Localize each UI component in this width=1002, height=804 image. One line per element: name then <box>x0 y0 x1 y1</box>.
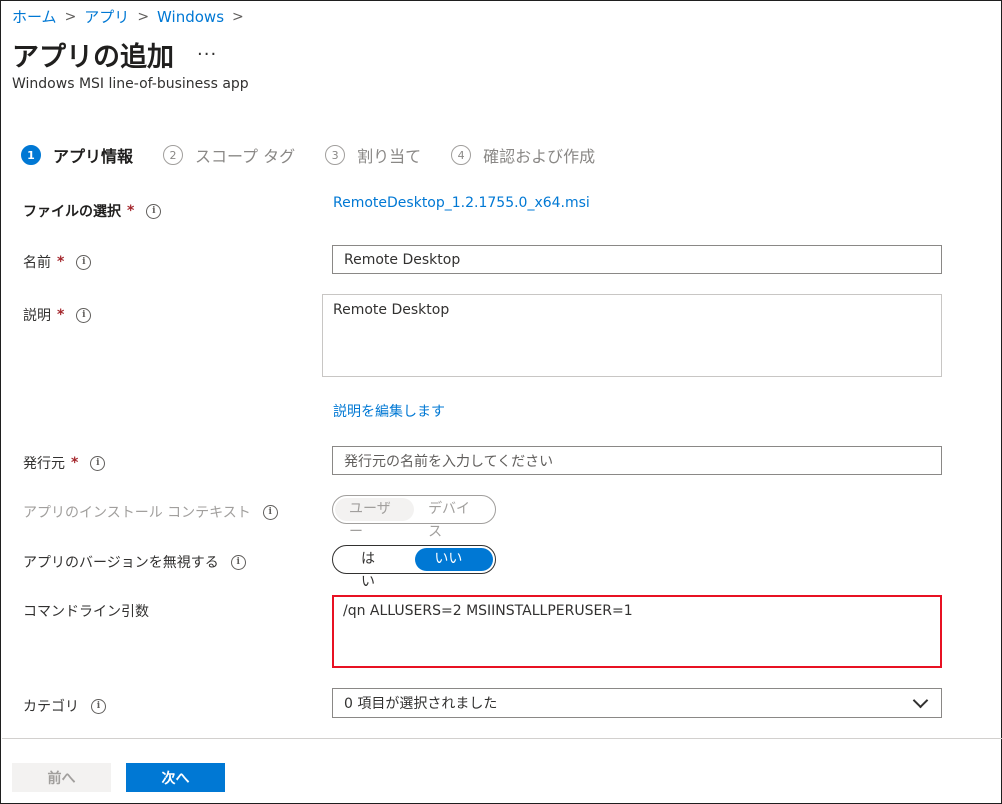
publisher-input[interactable]: 発行元の名前を入力してください <box>332 446 942 475</box>
chevron-right-icon: > <box>232 8 244 25</box>
wizard-steps: 1 アプリ情報 2 スコープ タグ 3 割り当て 4 確認および作成 <box>21 143 625 167</box>
breadcrumb: ホーム > アプリ > Windows > <box>12 6 252 27</box>
step-label: 割り当て <box>357 147 422 166</box>
file-select-label: ファイルの選択 * i <box>23 201 162 221</box>
description-textarea[interactable]: Remote Desktop <box>322 294 942 377</box>
previous-button[interactable]: 前へ <box>12 763 111 792</box>
name-label: 名前 * i <box>23 252 92 272</box>
step-number: 1 <box>21 145 41 165</box>
required-marker: * <box>57 254 65 270</box>
app-window: ホーム > アプリ > Windows > アプリの追加 ... Windows… <box>0 0 1002 804</box>
info-icon[interactable]: i <box>146 203 162 219</box>
selected-file-link[interactable]: RemoteDesktop_1.2.1755.0_x64.msi <box>333 195 590 211</box>
publisher-label: 発行元 * i <box>23 453 106 473</box>
step-review-create[interactable]: 4 確認および作成 <box>451 143 595 167</box>
install-context-toggle: ユーザー デバイス <box>332 495 496 540</box>
page-title: アプリの追加 <box>12 42 174 73</box>
toggle-option-device: デバイス <box>428 501 471 540</box>
name-input[interactable]: Remote Desktop <box>332 245 942 274</box>
ignore-version-label: アプリのバージョンを無視する i <box>23 552 246 572</box>
ignore-version-toggle: はい いいえ <box>332 545 496 590</box>
label-text: 説明 <box>23 308 51 324</box>
step-number: 2 <box>163 145 184 165</box>
required-marker: * <box>71 455 79 471</box>
toggle-option-no[interactable]: いいえ <box>415 548 493 590</box>
step-number: 3 <box>325 145 346 165</box>
category-dropdown[interactable]: 0 項目が選択されました <box>332 688 942 718</box>
command-line-label: コマンドライン引数 <box>23 601 149 621</box>
step-label: スコープ タグ <box>195 147 296 166</box>
step-assignments[interactable]: 3 割り当て <box>325 143 421 167</box>
command-line-input[interactable]: /qn ALLUSERS=2 MSIINSTALLPERUSER=1 <box>332 595 942 668</box>
label-text: 名前 <box>23 255 51 271</box>
next-button[interactable]: 次へ <box>126 763 225 792</box>
info-icon[interactable]: i <box>230 554 246 570</box>
breadcrumb-windows[interactable]: Windows <box>157 8 224 26</box>
footer-divider <box>2 738 1002 739</box>
required-marker: * <box>57 307 65 323</box>
chevron-right-icon: > <box>137 8 150 25</box>
breadcrumb-home[interactable]: ホーム <box>12 6 57 27</box>
edit-description-link[interactable]: 説明を編集します <box>333 401 445 421</box>
info-icon[interactable]: i <box>76 254 92 270</box>
step-label: アプリ情報 <box>53 147 134 166</box>
description-label: 説明 * i <box>23 305 92 325</box>
step-scope-tags[interactable]: 2 スコープ タグ <box>163 143 295 167</box>
step-app-info[interactable]: 1 アプリ情報 <box>21 143 133 167</box>
toggle-option-user: ユーザー <box>335 498 415 540</box>
chevron-down-icon <box>912 692 929 708</box>
category-label: カテゴリ i <box>23 696 106 716</box>
chevron-right-icon: > <box>64 8 77 25</box>
install-context-label: アプリのインストール コンテキスト i <box>23 502 278 522</box>
label-text: アプリのインストール コンテキスト <box>23 505 251 521</box>
label-text: コマンドライン引数 <box>23 604 149 620</box>
label-text: ファイルの選択 <box>23 204 121 220</box>
category-value: 0 項目が選択されました <box>344 696 498 712</box>
info-icon[interactable]: i <box>90 455 106 471</box>
toggle-option-yes[interactable]: はい <box>335 548 415 590</box>
info-icon[interactable]: i <box>76 307 92 323</box>
publisher-placeholder: 発行元の名前を入力してください <box>344 453 554 470</box>
step-number: 4 <box>451 145 472 165</box>
page-subtitle: Windows MSI line-of-business app <box>12 76 249 92</box>
more-options-button[interactable]: ... <box>197 39 217 60</box>
label-text: カテゴリ <box>23 699 79 715</box>
label-text: 発行元 <box>23 456 65 472</box>
label-text: アプリのバージョンを無視する <box>23 555 219 571</box>
breadcrumb-apps[interactable]: アプリ <box>84 6 129 27</box>
info-icon[interactable]: i <box>91 698 106 714</box>
info-icon[interactable]: i <box>262 504 278 520</box>
step-label: 確認および作成 <box>483 147 596 166</box>
required-marker: * <box>127 203 135 219</box>
